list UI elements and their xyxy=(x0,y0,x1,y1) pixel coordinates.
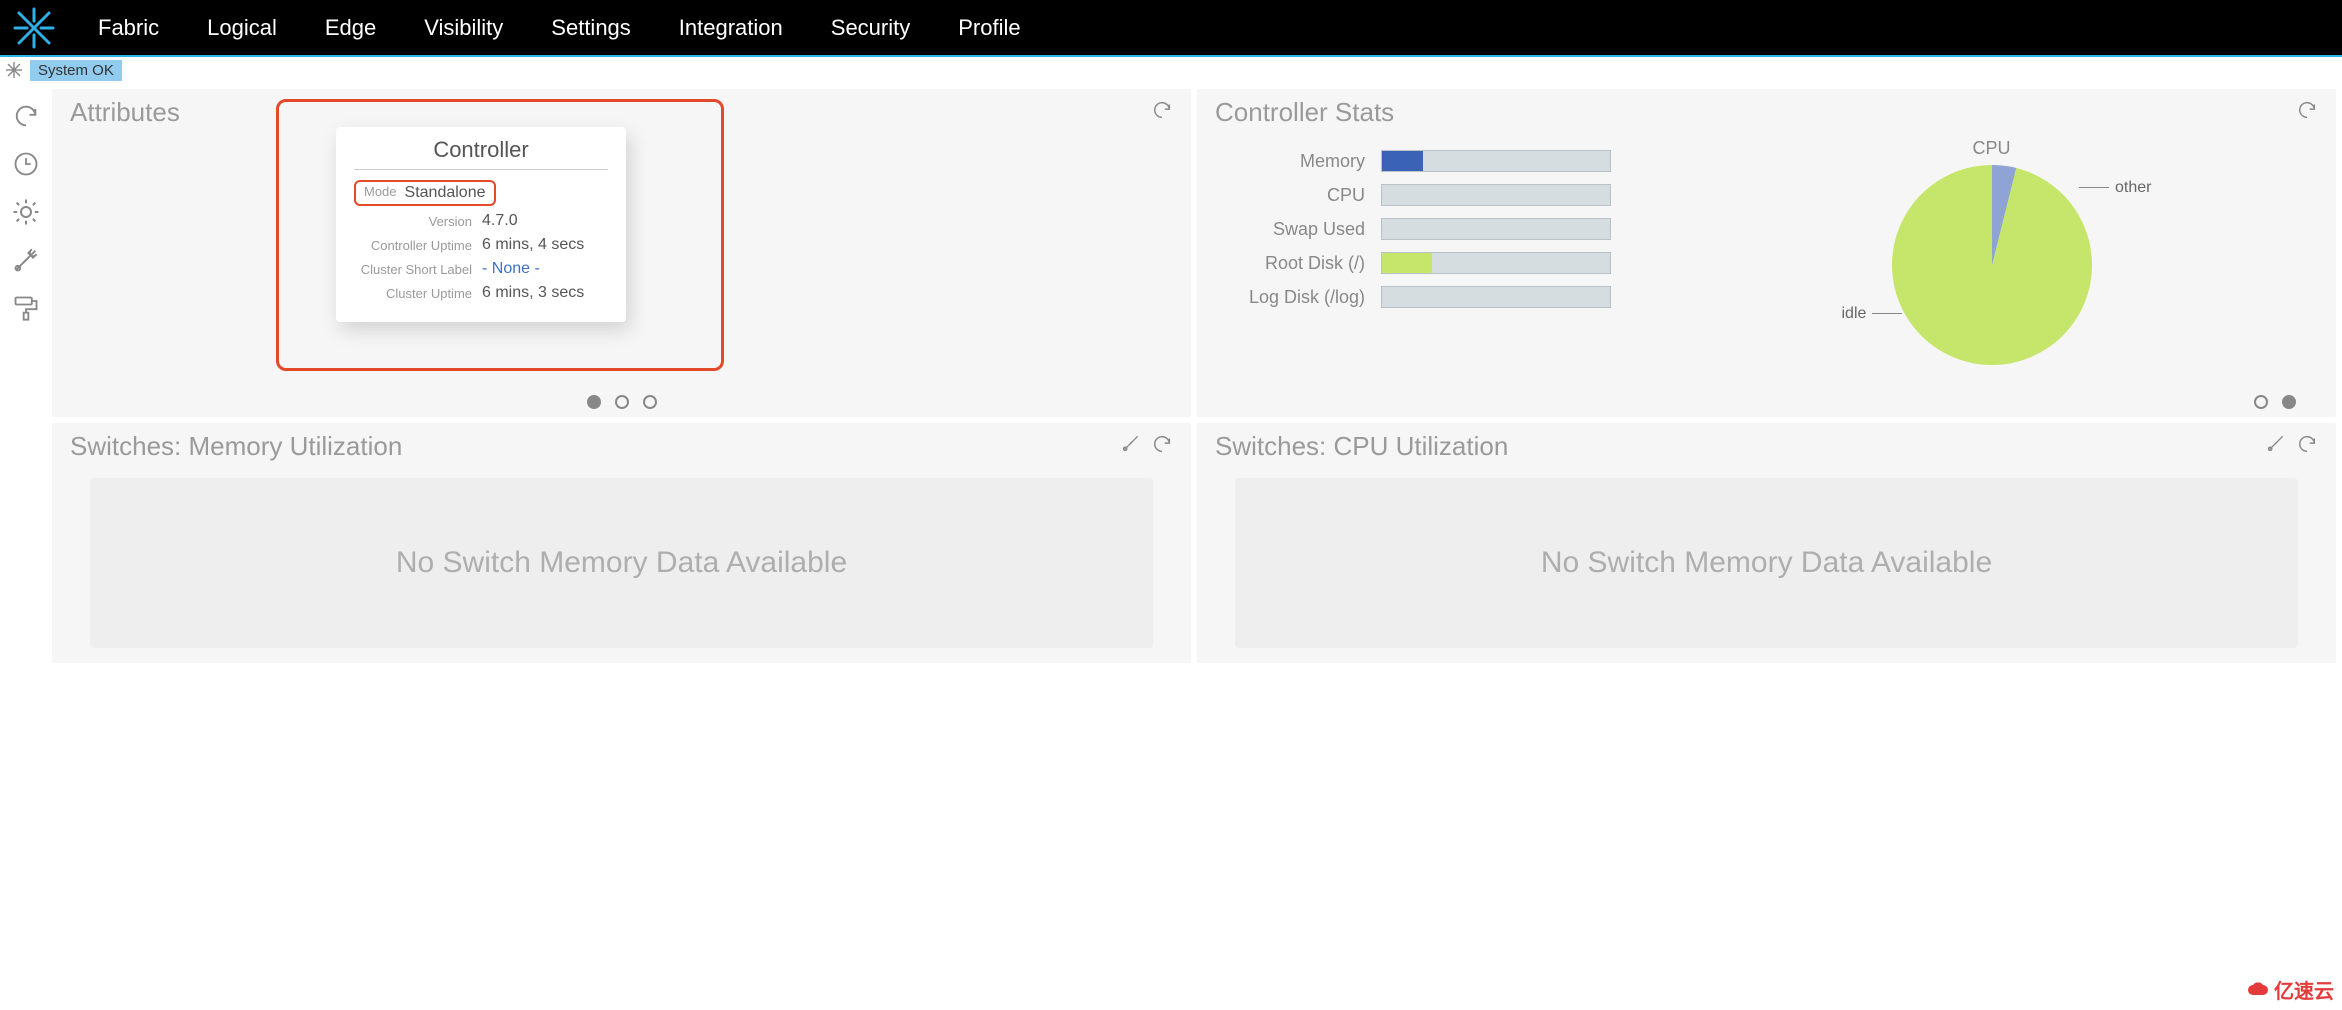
cluster-short-label-value[interactable]: - None - xyxy=(482,260,540,278)
cpu-pie-title: CPU xyxy=(1972,138,2010,159)
pie-chart-icon xyxy=(1892,165,2092,365)
status-badge[interactable]: System OK xyxy=(30,60,122,81)
version-value: 4.7.0 xyxy=(482,212,518,230)
nav-profile[interactable]: Profile xyxy=(958,15,1020,41)
nav-logical[interactable]: Logical xyxy=(207,15,277,41)
tools-icon[interactable] xyxy=(2266,433,2286,460)
cpu-pie: CPU idle other xyxy=(1665,138,2318,365)
nav-security[interactable]: Security xyxy=(831,15,910,41)
stats-bars: Memory CPU Swap Used Root Disk (/) xyxy=(1215,138,1635,365)
refresh-icon[interactable] xyxy=(1151,99,1173,126)
pager-dot[interactable] xyxy=(587,395,601,409)
pager-dot[interactable] xyxy=(643,395,657,409)
sun-icon[interactable] xyxy=(11,197,41,227)
cluster-uptime-value: 6 mins, 3 secs xyxy=(482,284,584,302)
panel-attributes-title: Attributes xyxy=(70,97,180,128)
stats-pager xyxy=(2254,395,2296,409)
nav-edge[interactable]: Edge xyxy=(325,15,376,41)
refresh-icon[interactable] xyxy=(2296,99,2318,126)
pie-label-other: other xyxy=(2079,179,2151,197)
pie-label-idle: idle xyxy=(1842,305,1903,323)
mode-value: Standalone xyxy=(405,184,486,202)
panel-stats-title: Controller Stats xyxy=(1215,97,1394,128)
refresh-icon[interactable] xyxy=(1151,433,1173,460)
bar-swap: Swap Used xyxy=(1215,218,1635,240)
controller-card-title: Controller xyxy=(354,137,608,170)
refresh-icon[interactable] xyxy=(2296,433,2318,460)
bar-label: Memory xyxy=(1215,151,1365,172)
app-logo[interactable] xyxy=(10,4,58,52)
cluster-uptime-label: Cluster Uptime xyxy=(354,286,472,301)
empty-state: No Switch Memory Data Available xyxy=(90,478,1153,648)
empty-text: No Switch Memory Data Available xyxy=(396,546,847,580)
tools-icon[interactable] xyxy=(11,245,41,275)
mode-label: Mode xyxy=(364,184,397,202)
empty-text: No Switch Memory Data Available xyxy=(1541,546,1992,580)
nav-settings[interactable]: Settings xyxy=(551,15,631,41)
top-nav: Fabric Logical Edge Visibility Settings … xyxy=(98,15,1021,41)
nav-visibility[interactable]: Visibility xyxy=(424,15,503,41)
controller-uptime-value: 6 mins, 4 secs xyxy=(482,236,584,254)
tools-icon[interactable] xyxy=(1121,433,1141,460)
paint-roller-icon[interactable] xyxy=(11,293,41,323)
empty-state: No Switch Memory Data Available xyxy=(1235,478,2298,648)
panel-attributes: Attributes Controller Mode Standalone xyxy=(52,89,1191,417)
bar-label: Log Disk (/log) xyxy=(1215,287,1365,308)
panel-switches-cpu: Switches: CPU Utilization No Switch Memo… xyxy=(1197,423,2336,663)
panel-switches-memory: Switches: Memory Utilization No Switch M… xyxy=(52,423,1191,663)
status-strip: System OK xyxy=(0,57,2342,83)
bar-label: Root Disk (/) xyxy=(1215,253,1365,274)
pager-dot[interactable] xyxy=(2254,395,2268,409)
cluster-short-label-label: Cluster Short Label xyxy=(354,262,472,277)
panel-sw-cpu-title: Switches: CPU Utilization xyxy=(1215,431,1508,462)
bar-cpu: CPU xyxy=(1215,184,1635,206)
watermark: 亿速云 xyxy=(2246,975,2334,1004)
nav-integration[interactable]: Integration xyxy=(679,15,783,41)
bar-label: Swap Used xyxy=(1215,219,1365,240)
attributes-pager xyxy=(52,395,1191,409)
sidebar xyxy=(0,83,52,669)
version-label: Version xyxy=(354,214,472,229)
bar-root-disk: Root Disk (/) xyxy=(1215,252,1635,274)
top-bar: Fabric Logical Edge Visibility Settings … xyxy=(0,0,2342,55)
panel-controller-stats: Controller Stats Memory CPU xyxy=(1197,89,2336,417)
refresh-icon[interactable] xyxy=(11,101,41,131)
pager-dot[interactable] xyxy=(2282,395,2296,409)
controller-uptime-label: Controller Uptime xyxy=(354,238,472,253)
panel-sw-mem-title: Switches: Memory Utilization xyxy=(70,431,402,462)
pager-dot[interactable] xyxy=(615,395,629,409)
bar-log-disk: Log Disk (/log) xyxy=(1215,286,1635,308)
bar-label: CPU xyxy=(1215,185,1365,206)
nav-fabric[interactable]: Fabric xyxy=(98,15,159,41)
status-icon xyxy=(4,60,24,80)
clock-icon[interactable] xyxy=(11,149,41,179)
bar-memory: Memory xyxy=(1215,150,1635,172)
controller-card: Controller Mode Standalone Version 4.7.0… xyxy=(336,127,626,322)
